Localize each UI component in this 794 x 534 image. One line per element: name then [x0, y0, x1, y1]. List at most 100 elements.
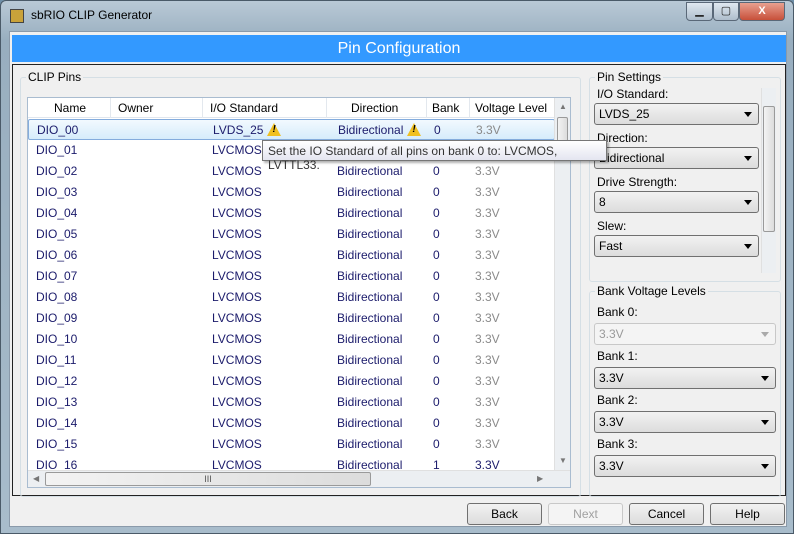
bank-0-value: 3.3V — [599, 327, 624, 341]
scroll-down-icon[interactable]: ▼ — [559, 456, 567, 465]
pin-io-standard: LVCMOS — [212, 269, 262, 283]
close-button[interactable]: X — [739, 2, 785, 21]
bank-1-value: 3.3V — [599, 371, 624, 385]
bank-0-label: Bank 0: — [597, 305, 638, 319]
table-row[interactable]: DIO_07 LVCMOS Bidirectional 0 3.3V — [28, 266, 555, 287]
pin-io-standard: LVCMOS — [212, 437, 262, 451]
pin-direction: Bidirectional — [337, 248, 402, 262]
table-row[interactable]: DIO_11 LVCMOS Bidirectional 0 3.3V — [28, 350, 555, 371]
pin-io-standard: LVCMOS — [212, 311, 262, 325]
pin-direction-text: Bidirectional — [337, 353, 403, 367]
table-row[interactable]: DIO_13 LVCMOS Bidirectional 0 3.3V — [28, 392, 555, 413]
pin-voltage-text: 3.3V — [475, 227, 500, 241]
cancel-button[interactable]: Cancel — [629, 503, 704, 525]
minimize-button[interactable]: ▁ — [686, 2, 713, 21]
table-row[interactable]: DIO_08 LVCMOS Bidirectional 0 3.3V — [28, 287, 555, 308]
pin-voltage: 3.3V — [476, 123, 501, 137]
pin-name: DIO_10 — [36, 332, 77, 346]
col-name[interactable]: Name — [54, 101, 86, 115]
direction-select[interactable]: Bidirectional — [594, 147, 759, 169]
warning-icon[interactable] — [407, 123, 422, 136]
chevron-down-icon — [744, 200, 752, 205]
pin-name: DIO_14 — [36, 416, 77, 430]
pin-bank: 0 — [433, 248, 440, 262]
pin-voltage-text: 3.3V — [475, 311, 500, 325]
pin-direction: Bidirectional — [338, 123, 422, 137]
pin-name: DIO_13 — [36, 395, 77, 409]
io-standard-select[interactable]: LVDS_25 — [594, 103, 759, 125]
table-row[interactable]: DIO_14 LVCMOS Bidirectional 0 3.3V — [28, 413, 555, 434]
pin-name: DIO_05 — [36, 227, 77, 241]
pin-io-standard: LVCMOS — [212, 332, 262, 346]
pin-bank: 0 — [433, 290, 440, 304]
pin-name-text: DIO_15 — [36, 437, 78, 451]
pin-io-standard-text: LVCMOS — [212, 437, 262, 451]
table-row[interactable]: DIO_15 LVCMOS Bidirectional 0 3.3V — [28, 434, 555, 455]
bank-1-select[interactable]: 3.3V — [594, 367, 776, 389]
table-row[interactable]: DIO_04 LVCMOS Bidirectional 0 3.3V — [28, 203, 555, 224]
pin-io-standard: LVCMOS — [212, 395, 262, 409]
pin-voltage: 3.3V — [475, 185, 500, 199]
pin-io-standard-text: LVCMOS — [212, 185, 262, 199]
help-button[interactable]: Help — [710, 503, 785, 525]
table-row[interactable]: DIO_10 LVCMOS Bidirectional 0 3.3V — [28, 329, 555, 350]
pin-direction: Bidirectional — [337, 185, 402, 199]
scroll-right-icon[interactable]: ▶ — [537, 474, 543, 483]
pin-settings-scrollbar[interactable] — [761, 88, 776, 273]
pin-voltage: 3.3V — [475, 227, 500, 241]
pin-bank: 0 — [433, 269, 440, 283]
pin-name-text: DIO_12 — [36, 374, 78, 388]
pin-voltage: 3.3V — [475, 311, 500, 325]
pin-direction: Bidirectional — [337, 332, 402, 346]
pin-io-standard-text: LVCMOS — [212, 416, 262, 430]
slew-select[interactable]: Fast — [594, 235, 759, 257]
pin-name: DIO_02 — [36, 164, 77, 178]
app-icon — [10, 9, 24, 23]
pin-name: DIO_00 — [37, 123, 78, 137]
table-row[interactable]: DIO_12 LVCMOS Bidirectional 0 3.3V — [28, 371, 555, 392]
table-row[interactable]: DIO_05 LVCMOS Bidirectional 0 3.3V — [28, 224, 555, 245]
pin-io-standard: LVCMOS — [212, 290, 262, 304]
pin-direction: Bidirectional — [337, 395, 402, 409]
col-direction[interactable]: Direction — [351, 101, 398, 115]
table-row[interactable]: DIO_00 LVDS_25 Bidirectional 0 3.3V — [28, 119, 555, 140]
pin-settings-scroll-thumb[interactable] — [763, 106, 775, 232]
pin-io-standard-text: LVDS_25 — [213, 123, 264, 137]
col-io-standard[interactable]: I/O Standard — [210, 101, 278, 115]
pin-direction-text: Bidirectional — [338, 123, 404, 137]
col-voltage-level[interactable]: Voltage Level — [475, 101, 547, 115]
pin-direction-text: Bidirectional — [337, 185, 403, 199]
pin-direction-text: Bidirectional — [337, 269, 403, 283]
bank-2-value: 3.3V — [599, 415, 624, 429]
horizontal-scrollbar[interactable]: ◀ III ▶ — [28, 470, 570, 487]
pin-voltage-text: 3.3V — [475, 290, 500, 304]
scroll-left-icon[interactable]: ◀ — [33, 474, 39, 483]
table-row[interactable]: DIO_06 LVCMOS Bidirectional 0 3.3V — [28, 245, 555, 266]
pin-voltage: 3.3V — [475, 269, 500, 283]
pin-voltage: 3.3V — [475, 248, 500, 262]
chevron-down-icon — [761, 420, 769, 425]
col-owner[interactable]: Owner — [118, 101, 153, 115]
pin-name: DIO_03 — [36, 185, 77, 199]
table-row[interactable]: DIO_09 LVCMOS Bidirectional 0 3.3V — [28, 308, 555, 329]
bank-3-select[interactable]: 3.3V — [594, 455, 776, 477]
pin-bank: 0 — [433, 206, 440, 220]
bank-2-label: Bank 2: — [597, 393, 638, 407]
pin-voltage: 3.3V — [475, 164, 500, 178]
pin-voltage: 3.3V — [475, 206, 500, 220]
warning-icon[interactable] — [267, 123, 282, 136]
pin-settings-label: Pin Settings — [595, 70, 664, 84]
table-row[interactable]: DIO_03 LVCMOS Bidirectional 0 3.3V — [28, 182, 555, 203]
drive-strength-select[interactable]: 8 — [594, 191, 759, 213]
back-button[interactable]: Back — [467, 503, 542, 525]
horizontal-scroll-thumb[interactable]: III — [45, 472, 371, 486]
col-bank[interactable]: Bank — [432, 101, 459, 115]
maximize-button[interactable]: ▢ — [713, 2, 739, 21]
pin-io-standard: LVCMOS — [212, 206, 262, 220]
pin-bank: 0 — [433, 227, 440, 241]
pin-voltage-text: 3.3V — [475, 416, 500, 430]
pin-io-standard: LVCMOS — [212, 143, 262, 157]
pin-bank: 0 — [433, 164, 440, 178]
bank-2-select[interactable]: 3.3V — [594, 411, 776, 433]
scroll-up-icon[interactable]: ▲ — [559, 102, 567, 111]
